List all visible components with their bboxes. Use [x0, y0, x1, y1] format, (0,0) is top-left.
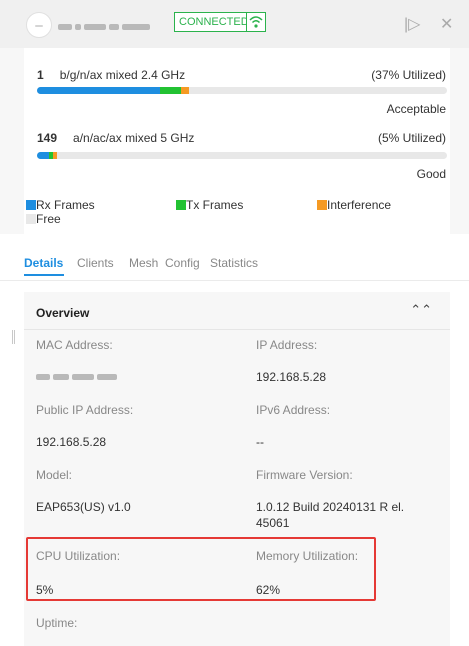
- status-badge: CONNECTED: [174, 12, 254, 32]
- overview-title: Overview: [36, 306, 90, 320]
- firmware-value: 1.0.12 Build 20240131 R el. 45061: [256, 500, 405, 530]
- ipv6-value: --: [256, 435, 264, 449]
- radio-1-interference-segment: [180, 87, 189, 94]
- legend-tx-label: Tx Frames: [186, 198, 244, 212]
- annotation-highlight-box: [26, 537, 376, 601]
- expand-panel-icon[interactable]: |▷: [404, 14, 420, 34]
- legend-tx: Tx Frames: [176, 198, 243, 212]
- legend-tx-swatch: [176, 200, 186, 210]
- collapse-icon[interactable]: ⌃⌃: [410, 302, 432, 318]
- ip-address-label: IP Address:: [256, 338, 318, 352]
- radio-2-channel: 149: [37, 131, 58, 145]
- ipv6-label: IPv6 Address:: [256, 403, 331, 417]
- radio-2-usage-bar: [37, 152, 447, 159]
- radio-1-rx-segment: [37, 87, 160, 94]
- mac-address-value-redacted: [36, 368, 120, 384]
- legend-free-swatch: [26, 214, 36, 224]
- model-value: EAP653(US) v1.0: [36, 500, 131, 514]
- radio-2-mode: a/n/ac/ax mixed 5 GHz: [73, 131, 195, 145]
- close-icon[interactable]: ✕: [440, 14, 453, 34]
- tab-statistics[interactable]: Statistics: [210, 256, 258, 270]
- wifi-icon: [246, 12, 266, 32]
- firmware-label: Firmware Version:: [256, 468, 353, 482]
- radio-card: 1 b/g/n/ax mixed 2.4 GHz (37% Utilized) A…: [24, 48, 450, 234]
- device-name-redacted: [58, 18, 168, 30]
- legend-free: Free: [26, 212, 61, 226]
- radio-2-utilization: (5% Utilized): [377, 131, 446, 145]
- public-ip-label: Public IP Address:: [36, 403, 134, 417]
- public-ip-value: 192.168.5.28: [36, 435, 107, 449]
- legend-interference-swatch: [317, 200, 327, 210]
- radio-1-status: Acceptable: [386, 102, 446, 116]
- model-label: Model:: [36, 468, 73, 482]
- radio-1-tx-segment: [160, 87, 181, 94]
- overview-header[interactable]: Overview ⌃⌃: [24, 292, 450, 330]
- tabs-divider: [0, 280, 469, 281]
- radio-1-usage-bar: [37, 87, 447, 94]
- legend-interference-label: Interference: [327, 198, 392, 212]
- radio-1-label: 1 b/g/n/ax mixed 2.4 GHz: [37, 68, 185, 82]
- active-tab-indicator: [24, 274, 64, 276]
- legend-rx-swatch: [26, 200, 36, 210]
- tab-details[interactable]: Details: [24, 256, 63, 270]
- legend-rx: Rx Frames: [26, 198, 95, 212]
- tab-mesh[interactable]: Mesh: [129, 256, 158, 270]
- legend-interference: Interference: [317, 198, 391, 212]
- access-point-icon: [26, 12, 52, 38]
- radio-2-rx-segment: [37, 152, 50, 159]
- legend-rx-label: Rx Frames: [36, 198, 95, 212]
- radio-1-mode: b/g/n/ax mixed 2.4 GHz: [59, 68, 186, 82]
- legend-free-label: Free: [36, 212, 61, 226]
- mac-address-label: MAC Address:: [36, 338, 113, 352]
- radio-1-channel: 1: [37, 68, 44, 82]
- radio-2-status: Good: [416, 167, 446, 181]
- radio-1-utilization: (37% Utilized): [371, 68, 446, 82]
- resize-handle[interactable]: [12, 330, 15, 344]
- radio-2-label: 149 a/n/ac/ax mixed 5 GHz: [37, 131, 194, 145]
- ip-address-value: 192.168.5.28: [256, 370, 327, 384]
- tab-clients[interactable]: Clients: [77, 256, 114, 270]
- panel-header: CONNECTED |▷ ✕: [0, 0, 469, 48]
- radio-utilization-panel: 1 b/g/n/ax mixed 2.4 GHz (37% Utilized) A…: [0, 48, 469, 234]
- radio-2-interference-segment: [53, 152, 58, 159]
- uptime-label: Uptime:: [36, 616, 78, 630]
- tab-config[interactable]: Config: [165, 256, 200, 270]
